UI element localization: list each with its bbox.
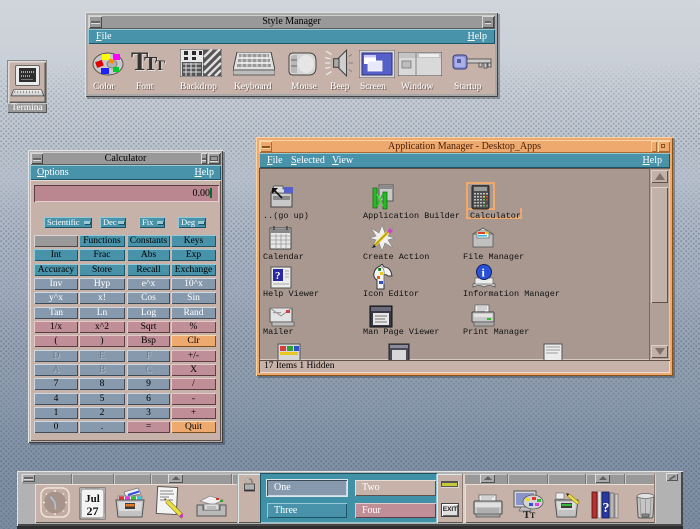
svg-text:?: ?	[603, 501, 610, 516]
svg-text:?: ?	[275, 270, 281, 282]
svg-text:T: T	[530, 511, 536, 519]
svg-text:27: 27	[87, 504, 99, 518]
